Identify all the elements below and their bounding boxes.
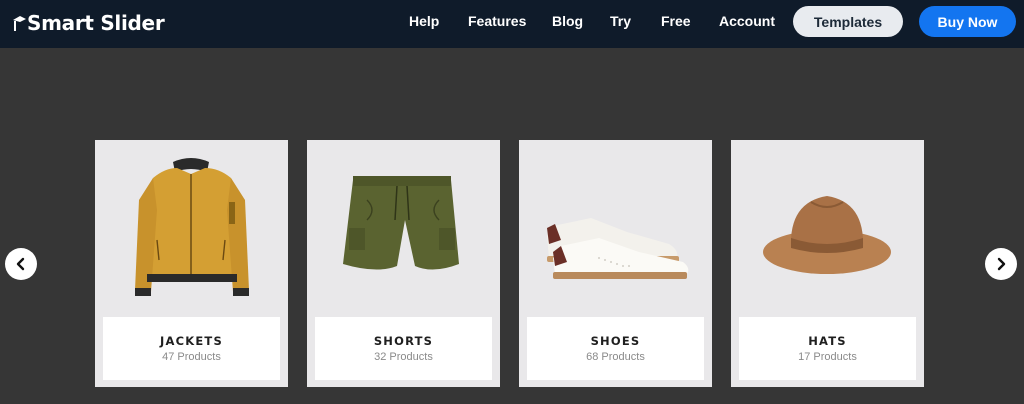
card-info: SHORTS 32 Products <box>315 317 492 380</box>
category-card-shorts[interactable]: SHORTS 32 Products <box>307 140 500 387</box>
chevron-right-icon <box>997 257 1006 271</box>
shorts-image <box>307 140 500 317</box>
shoes-image <box>519 140 712 317</box>
jacket-image <box>95 140 288 317</box>
nav-link-free[interactable]: Free <box>661 13 691 29</box>
card-product-count: 32 Products <box>374 351 433 363</box>
card-title: HATS <box>808 334 847 348</box>
card-product-count: 47 Products <box>162 351 221 363</box>
card-title: JACKETS <box>160 334 223 348</box>
hat-image <box>731 140 924 317</box>
category-card-shoes[interactable]: SHOES 68 Products <box>519 140 712 387</box>
card-title: SHORTS <box>373 334 434 348</box>
buy-now-button[interactable]: Buy Now <box>919 6 1016 37</box>
nav-link-blog[interactable]: Blog <box>552 13 583 29</box>
slider-prev-button[interactable] <box>5 248 37 280</box>
category-card-hats[interactable]: HATS 17 Products <box>731 140 924 387</box>
card-title: SHOES <box>590 334 641 348</box>
brand-logo[interactable]: Smart Slider <box>12 8 165 38</box>
card-info: HATS 17 Products <box>739 317 916 380</box>
chevron-left-icon <box>16 257 25 271</box>
templates-button[interactable]: Templates <box>793 6 903 37</box>
slider-next-button[interactable] <box>985 248 1017 280</box>
graduation-cap-icon <box>13 16 26 31</box>
nav-link-help[interactable]: Help <box>409 13 439 29</box>
card-product-count: 68 Products <box>586 351 645 363</box>
top-navigation-bar: Smart Slider Help Features Blog Try Free… <box>0 0 1024 48</box>
nav-link-features[interactable]: Features <box>468 13 526 29</box>
card-product-count: 17 Products <box>798 351 857 363</box>
nav-link-try[interactable]: Try <box>610 13 631 29</box>
brand-name: Smart Slider <box>27 11 165 35</box>
category-card-jackets[interactable]: JACKETS 47 Products <box>95 140 288 387</box>
card-info: JACKETS 47 Products <box>103 317 280 380</box>
card-info: SHOES 68 Products <box>527 317 704 380</box>
nav-link-account[interactable]: Account <box>719 13 775 29</box>
